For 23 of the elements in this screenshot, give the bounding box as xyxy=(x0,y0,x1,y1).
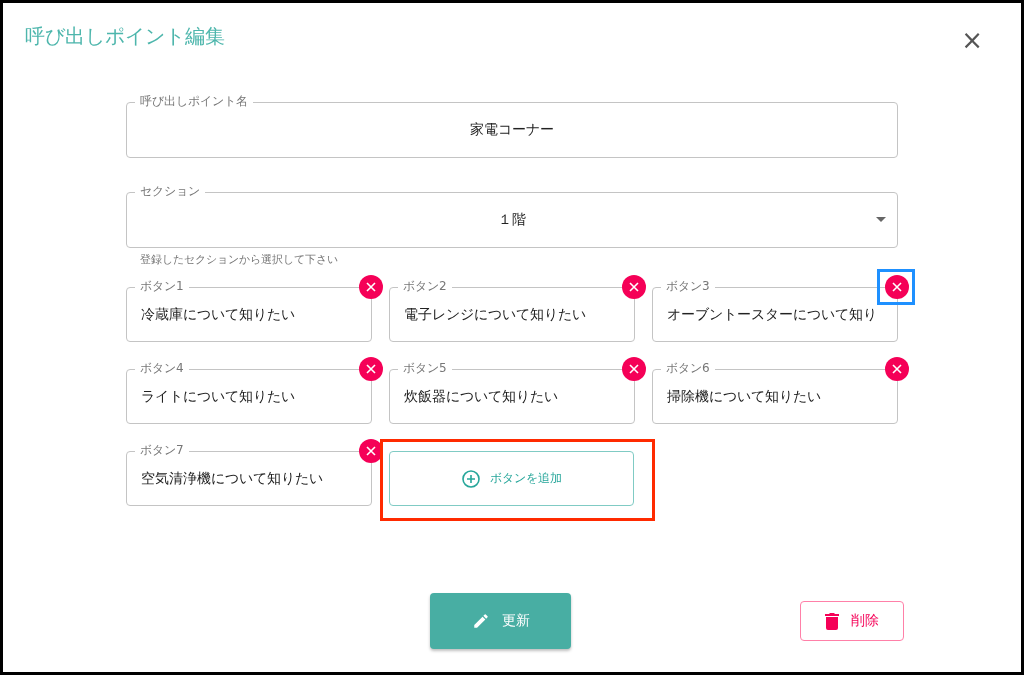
remove-icon[interactable] xyxy=(359,275,383,299)
trash-icon xyxy=(825,612,839,630)
field-label: ボタン5 xyxy=(398,361,452,375)
dialog-title: 呼び出しポイント編集 xyxy=(25,23,225,50)
field-label: ボタン7 xyxy=(135,443,189,457)
add-circle-icon xyxy=(461,469,480,488)
field-label: セクション xyxy=(135,184,205,198)
close-button[interactable]: × xyxy=(961,27,983,53)
remove-icon[interactable] xyxy=(359,357,383,381)
dropdown-caret-icon xyxy=(876,217,886,222)
remove-icon[interactable] xyxy=(622,357,646,381)
field-label: ボタン6 xyxy=(661,361,715,375)
remove-icon[interactable] xyxy=(622,275,646,299)
remove-icon[interactable] xyxy=(885,357,909,381)
pencil-icon xyxy=(471,612,490,630)
field-label: ボタン4 xyxy=(135,361,189,375)
field-label: 呼び出しポイント名 xyxy=(135,94,253,108)
helper-text: 登録したセクションから選択して下さい xyxy=(140,253,339,267)
remove-icon[interactable] xyxy=(885,275,909,299)
field-label: ボタン1 xyxy=(135,279,189,293)
field-label: ボタン3 xyxy=(661,279,715,293)
field-label: ボタン2 xyxy=(398,279,452,293)
delete-button[interactable]: 削除 xyxy=(800,601,904,641)
